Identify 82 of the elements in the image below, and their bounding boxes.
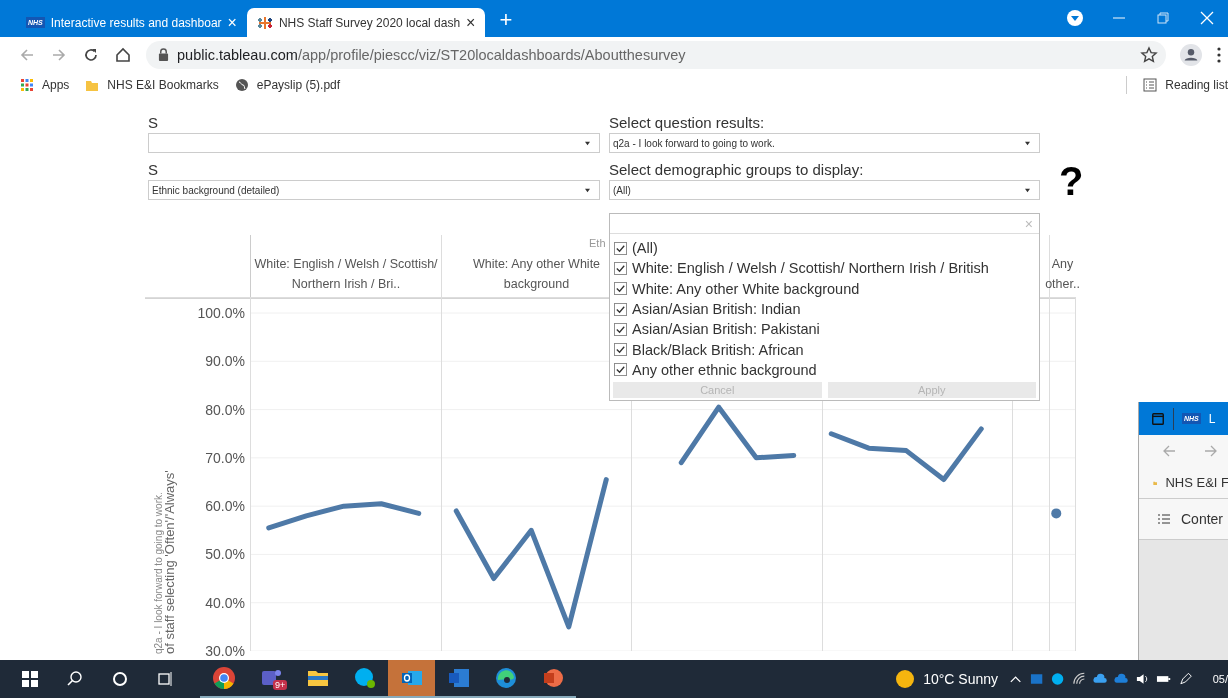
- checkbox[interactable]: [614, 363, 627, 377]
- mail-app-icon[interactable]: [1029, 671, 1045, 687]
- checkbox[interactable]: [614, 302, 627, 316]
- cortana-circle-icon[interactable]: [110, 669, 130, 689]
- axis-title: q2a - I look forward to going to work.: [153, 492, 164, 654]
- option-item[interactable]: White: English / Welsh / Scottish/ Northern Irish / British: [610, 258, 1039, 279]
- task-view-icon[interactable]: [155, 669, 175, 689]
- menu-icon[interactable]: [1216, 45, 1222, 64]
- avatar-icon[interactable]: [1180, 43, 1202, 66]
- lock-icon: [158, 48, 169, 61]
- option-item[interactable]: Any other ethnic background: [610, 359, 1039, 381]
- tick-label: 80.0%: [205, 401, 245, 418]
- close-tab-button[interactable]: ×: [466, 13, 476, 32]
- skype-icon: [352, 666, 377, 690]
- filter-label: Select demographic groups to display:: [609, 161, 865, 179]
- reading-list-button[interactable]: Reading list: [1143, 77, 1228, 92]
- tick-label: 40.0%: [205, 594, 245, 611]
- skype-icon[interactable]: [1050, 671, 1066, 687]
- list-icon: [1157, 512, 1171, 526]
- filter-dropdown[interactable]: q2a - I look forward to going to work.: [609, 133, 1040, 153]
- weather-text[interactable]: 10°C Sunny: [923, 671, 998, 687]
- bookmark[interactable]: NHS E&I F: [1139, 467, 1228, 499]
- profile-menu-icon[interactable]: [1066, 9, 1084, 27]
- caret-icon: [1024, 140, 1031, 146]
- column-header: Any other..: [1045, 256, 1080, 293]
- option-item[interactable]: Asian/Asian British: Pakistani: [610, 319, 1039, 340]
- caret-icon: [584, 187, 591, 193]
- edge-icon: [493, 666, 518, 690]
- tab-title[interactable]: L: [1208, 411, 1216, 426]
- bookmark-star-icon[interactable]: [1140, 45, 1158, 64]
- column-header: White: English / Welsh / Scottish/ Northern Irish / Bri..: [253, 256, 439, 293]
- home-icon[interactable]: [114, 45, 132, 64]
- data-point: [1051, 508, 1062, 519]
- tableau-logo-icon: [256, 14, 273, 31]
- filter-label: Select question results:: [609, 114, 766, 132]
- checkbox[interactable]: [614, 343, 627, 357]
- filter-dropdown[interactable]: Ethnic background (detailed): [148, 180, 600, 200]
- address-field[interactable]: public.tableau.com/app/profile/piescc/viz/ST20localdashboards/Aboutthesurvey: [146, 40, 1166, 69]
- bookmark[interactable]: ePayslip (5).pdf: [234, 77, 341, 92]
- caret-icon: [1024, 187, 1031, 193]
- checkbox[interactable]: [614, 322, 627, 336]
- chrome-icon: [211, 666, 236, 690]
- axis-title: Eth: [589, 237, 606, 249]
- filter-label: S: [148, 161, 159, 179]
- notification-badge: 9+: [273, 680, 288, 690]
- checkbox[interactable]: [614, 282, 627, 296]
- tab-actions-icon[interactable]: [1151, 411, 1165, 426]
- tick-label: 90.0%: [205, 353, 245, 370]
- reading-list-icon: [1143, 77, 1158, 92]
- wifi-icon[interactable]: [1071, 671, 1087, 687]
- bookmark[interactable]: Apps: [20, 77, 70, 92]
- contents-button[interactable]: Conter: [1139, 499, 1228, 540]
- option-item[interactable]: Black/Black British: African: [610, 339, 1039, 360]
- filter-dropdown[interactable]: (All): [609, 180, 1040, 200]
- close-icon[interactable]: [1198, 9, 1216, 27]
- apps-grid-icon: [20, 77, 34, 92]
- filter-label: S: [148, 114, 159, 132]
- option-item[interactable]: Asian/Asian British: Indian: [610, 298, 1039, 320]
- tick-label: 70.0%: [205, 449, 245, 466]
- option-item[interactable]: White: Any other White background: [610, 278, 1039, 299]
- windows-start-icon[interactable]: [20, 669, 40, 689]
- globe-icon: [234, 77, 249, 92]
- restore-icon[interactable]: [1154, 9, 1172, 27]
- pen-icon[interactable]: [1177, 671, 1193, 687]
- sun-icon: [895, 669, 916, 689]
- checkbox[interactable]: [614, 241, 627, 255]
- checkbox[interactable]: [614, 261, 627, 275]
- bookmark[interactable]: NHS E&I Bookmarks: [85, 77, 219, 92]
- tick-label: 100.0%: [197, 305, 245, 321]
- clock-text: 05/: [1212, 673, 1228, 685]
- new-tab-button[interactable]: +: [499, 7, 513, 33]
- help-icon[interactable]: ?: [1059, 161, 1089, 201]
- close-tab-button[interactable]: ×: [227, 13, 237, 32]
- browser-tab[interactable]: NHS Staff Survey 2020 local dash ×: [246, 8, 486, 37]
- tick-label: 60.0%: [205, 498, 245, 515]
- taskbar-app[interactable]: 9+: [247, 660, 294, 698]
- column-header: White: Any other White background: [471, 256, 602, 293]
- caret-icon: [584, 140, 591, 146]
- tick-label: 50.0%: [205, 546, 245, 563]
- option-item[interactable]: (All): [610, 238, 1039, 259]
- document-app-icon: [446, 666, 471, 690]
- tick-label: 30.0%: [205, 643, 245, 658]
